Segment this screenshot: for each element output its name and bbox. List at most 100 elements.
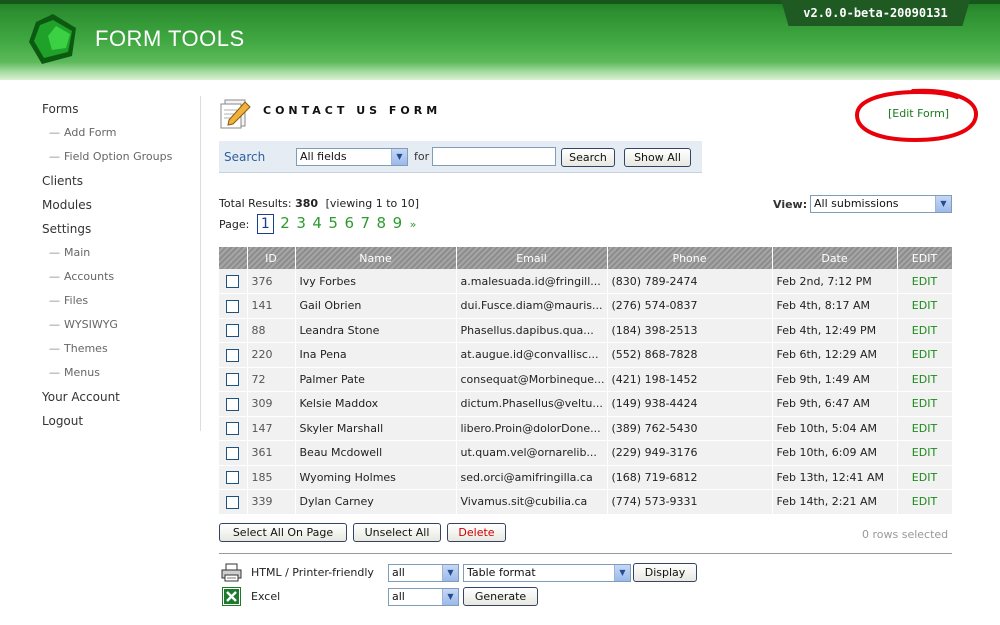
edit-link[interactable]: EDIT: [897, 318, 953, 343]
nav-modules[interactable]: Modules: [42, 196, 202, 220]
display-button[interactable]: Display: [633, 563, 697, 582]
excel-export-label: Excel: [251, 590, 281, 603]
row-checkbox[interactable]: [226, 495, 240, 509]
page-link[interactable]: 2: [280, 214, 290, 232]
edit-form-link[interactable]: [Edit Form]: [888, 107, 949, 120]
nav-add-form[interactable]: — Add Form: [42, 124, 202, 148]
next-page-link[interactable]: »: [410, 218, 417, 231]
nav-label: Settings: [42, 222, 92, 236]
nav-label: Accounts: [64, 270, 115, 283]
show-all-button[interactable]: Show All: [624, 148, 691, 167]
nav-settings-main[interactable]: — Main: [42, 244, 202, 268]
cell-phone: (830) 789-2474: [607, 269, 773, 294]
search-field-select[interactable]: All fields ▼: [296, 148, 408, 166]
nav-label: Clients: [42, 174, 83, 188]
page-link[interactable]: 9: [393, 214, 403, 232]
select-all-button[interactable]: Select All On Page: [219, 523, 347, 542]
edit-link[interactable]: EDIT: [897, 465, 953, 490]
row-checkbox[interactable]: [226, 324, 240, 337]
cell-id: 147: [247, 416, 296, 441]
column-header-phone[interactable]: Phone: [607, 247, 773, 269]
cell-date: Feb 2nd, 7:12 PM: [772, 269, 898, 294]
edit-link[interactable]: EDIT: [897, 391, 953, 417]
delete-button[interactable]: Delete: [447, 523, 506, 542]
html-format-select[interactable]: Table format ▼: [463, 564, 631, 582]
page-link[interactable]: 8: [377, 214, 387, 232]
nav-settings-wysiwyg[interactable]: — WYSIWYG: [42, 316, 202, 340]
nav-settings-themes[interactable]: — Themes: [42, 340, 202, 364]
form-tools-logo-icon[interactable]: [26, 12, 80, 66]
nav-clients[interactable]: Clients: [42, 172, 202, 196]
nav-field-option-groups[interactable]: — Field Option Groups: [42, 148, 202, 172]
version-badge: v2.0.0-beta-20090131: [781, 0, 970, 26]
table-row: 141 Gail Obrien dui.Fusce.diam@mauris...…: [219, 293, 953, 319]
table-row: 72 Palmer Pate consequat@Morbineque... (…: [219, 367, 953, 392]
chevron-down-icon: ▼: [442, 565, 458, 581]
row-checkbox[interactable]: [226, 422, 240, 435]
row-checkbox[interactable]: [226, 397, 240, 411]
page-link[interactable]: 4: [312, 214, 322, 232]
column-header-id[interactable]: ID: [247, 247, 296, 269]
row-checkbox[interactable]: [226, 348, 240, 362]
row-checkbox-cell: [219, 318, 248, 343]
row-checkbox[interactable]: [226, 274, 240, 288]
nav-settings[interactable]: Settings: [42, 220, 202, 244]
page-link[interactable]: 7: [361, 214, 371, 232]
search-button[interactable]: Search: [561, 148, 615, 167]
excel-scope-select[interactable]: all ▼: [388, 588, 459, 606]
column-header-name[interactable]: Name: [295, 247, 457, 269]
search-label: Search: [224, 150, 266, 164]
nav-settings-files[interactable]: — Files: [42, 292, 202, 316]
page-link[interactable]: 5: [328, 214, 338, 232]
column-header-email[interactable]: Email: [456, 247, 608, 269]
cell-email: Vivamus.sit@cubilia.ca: [456, 489, 608, 515]
page-link[interactable]: 3: [296, 214, 306, 232]
cell-date: Feb 6th, 12:29 AM: [772, 342, 898, 368]
total-count: 380: [295, 197, 319, 210]
row-checkbox[interactable]: [226, 299, 240, 313]
nav-label: Files: [64, 294, 89, 307]
nav-logout[interactable]: Logout: [42, 412, 202, 436]
cell-id: 185: [247, 465, 296, 490]
cell-id: 361: [247, 440, 296, 466]
cell-name: Beau Mcdowell: [295, 440, 457, 466]
cell-name: Kelsie Maddox: [295, 391, 457, 417]
cell-name: Ina Pena: [295, 342, 457, 368]
cell-date: Feb 10th, 6:09 AM: [772, 440, 898, 466]
results-summary: Total Results: 380 [viewing 1 to 10]: [219, 197, 419, 210]
edit-link[interactable]: EDIT: [897, 416, 953, 441]
nav-settings-accounts[interactable]: — Accounts: [42, 268, 202, 292]
row-checkbox[interactable]: [226, 446, 240, 460]
select-value: all: [392, 590, 405, 603]
edit-link[interactable]: EDIT: [897, 293, 953, 319]
cell-email: dui.Fusce.diam@mauris...: [456, 293, 608, 319]
page-link[interactable]: 6: [344, 214, 354, 232]
edit-link[interactable]: EDIT: [897, 367, 953, 392]
total-label: Total Results:: [219, 197, 292, 210]
row-checkbox-cell: [219, 416, 248, 441]
html-scope-select[interactable]: all ▼: [388, 564, 459, 582]
edit-link[interactable]: EDIT: [897, 342, 953, 368]
row-checkbox[interactable]: [226, 373, 240, 386]
nav-label: Main: [64, 246, 91, 259]
unselect-all-button[interactable]: Unselect All: [353, 523, 441, 542]
nav-settings-menus[interactable]: — Menus: [42, 364, 202, 388]
generate-button[interactable]: Generate: [463, 587, 538, 606]
current-page: 1: [256, 214, 274, 234]
dash-icon: —: [49, 366, 60, 379]
table-row: 147 Skyler Marshall libero.Proin@dolorDo…: [219, 416, 953, 441]
nav-your-account[interactable]: Your Account: [42, 388, 202, 412]
excel-icon: [222, 587, 241, 606]
view-select[interactable]: All submissions ▼: [810, 195, 952, 213]
html-export-label: HTML / Printer-friendly: [251, 566, 374, 579]
table-row: 220 Ina Pena at.augue.id@convallisc... (…: [219, 342, 953, 368]
column-header-date[interactable]: Date: [772, 247, 898, 269]
row-checkbox[interactable]: [226, 471, 240, 484]
app-brand[interactable]: FORM TOOLS: [95, 26, 245, 52]
search-input[interactable]: [432, 147, 556, 166]
edit-link[interactable]: EDIT: [897, 489, 953, 515]
edit-link[interactable]: EDIT: [897, 440, 953, 466]
sidebar-divider: [200, 96, 201, 431]
nav-forms[interactable]: Forms: [42, 100, 202, 124]
edit-link[interactable]: EDIT: [897, 269, 953, 294]
